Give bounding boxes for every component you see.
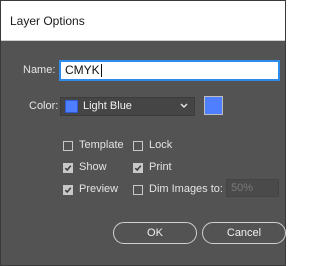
preview-checkbox[interactable] [63,185,73,195]
lock-checkbox[interactable] [133,141,143,151]
dialog-titlebar[interactable]: Layer Options [1,1,285,41]
color-label: Color: [29,100,59,112]
color-dropdown[interactable]: Light Blue [60,97,195,116]
print-checkbox[interactable] [133,163,143,173]
color-swatch-icon [65,100,78,113]
show-checkbox[interactable] [63,163,73,173]
color-dropdown-value: Light Blue [83,100,132,112]
template-label: Template [79,139,124,151]
dim-images-label: Dim Images to: [149,183,223,195]
dim-images-input[interactable]: 50% [226,179,279,197]
dialog-title: Layer Options [10,14,85,28]
check-icon [64,165,72,172]
name-label: Name: [23,64,56,76]
color-preview-swatch[interactable] [204,96,223,115]
name-input-value: CMYK [65,63,100,77]
cancel-button[interactable]: Cancel [202,222,286,244]
check-icon [64,187,72,194]
lock-label: Lock [149,139,173,151]
text-caret [100,64,102,78]
print-label: Print [149,161,172,173]
chevron-down-icon [180,103,188,108]
layer-options-dialog: Layer Options Name: CMYK Color: Light Bl… [0,0,286,266]
dim-images-checkbox[interactable] [133,185,143,195]
ok-button[interactable]: OK [113,222,197,244]
show-label: Show [79,161,107,173]
check-icon [134,165,142,172]
preview-label: Preview [79,183,119,195]
template-checkbox[interactable] [63,141,73,151]
name-input[interactable]: CMYK [59,60,280,81]
